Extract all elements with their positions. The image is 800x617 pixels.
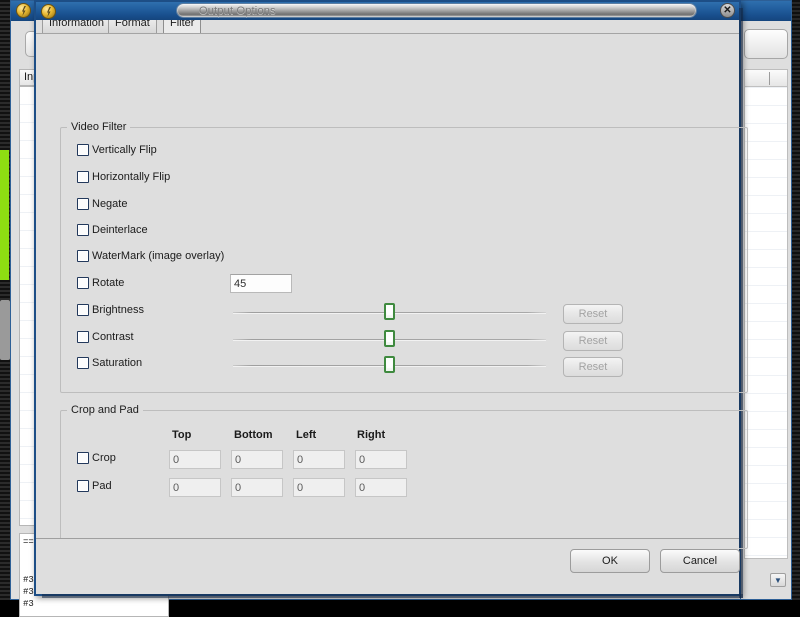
checkbox-label: Pad: [92, 480, 112, 492]
checkbox-saturation[interactable]: Saturation: [77, 357, 142, 369]
dialog-close-button[interactable]: ✕: [720, 3, 735, 18]
checkbox-label: WaterMark (image overlay): [92, 250, 224, 262]
checkbox-label: Rotate: [92, 277, 124, 289]
dialog-app-icon: [41, 4, 56, 19]
dialog-tab-strip[interactable]: Information Format Filter: [36, 20, 739, 34]
column-header-bottom: Bottom: [234, 429, 273, 441]
checkbox-icon[interactable]: [77, 357, 89, 369]
desktop-accent-strip: [0, 150, 9, 280]
saturation-slider[interactable]: [233, 354, 546, 372]
checkbox-label: Saturation: [92, 357, 142, 369]
brightness-slider[interactable]: [233, 301, 546, 319]
secondary-window-titlebar[interactable]: [741, 1, 791, 21]
checkbox-icon[interactable]: [77, 304, 89, 316]
video-filter-group: Video Filter Vertically Flip Horizontall…: [60, 127, 748, 393]
checkbox-label: Negate: [92, 198, 127, 210]
close-icon: ✕: [721, 4, 734, 17]
dialog-title: Output Options: [199, 5, 276, 17]
pad-left-input[interactable]: 0: [293, 478, 345, 497]
checkbox-negate[interactable]: Negate: [77, 198, 127, 210]
contrast-slider[interactable]: [233, 328, 546, 346]
checkbox-vertically-flip[interactable]: Vertically Flip: [77, 144, 157, 156]
tab-format[interactable]: Format: [108, 20, 157, 34]
checkbox-contrast[interactable]: Contrast: [77, 331, 134, 343]
checkbox-label: Vertically Flip: [92, 144, 157, 156]
slider-handle[interactable]: [384, 330, 395, 347]
dialog-shadow-bottom: [42, 594, 743, 598]
checkbox-icon[interactable]: [77, 250, 89, 262]
column-header-top: Top: [172, 429, 191, 441]
checkbox-label: Crop: [92, 452, 116, 464]
output-options-dialog[interactable]: Output Options ✕ Information Format Filt…: [34, 0, 741, 596]
cancel-button[interactable]: Cancel: [660, 549, 740, 573]
checkbox-label: Deinterlace: [92, 224, 148, 236]
crop-top-input[interactable]: 0: [169, 450, 221, 469]
crop-bottom-input[interactable]: 0: [231, 450, 283, 469]
checkbox-icon[interactable]: [77, 331, 89, 343]
crop-right-input[interactable]: 0: [355, 450, 407, 469]
checkbox-pad[interactable]: Pad: [77, 480, 112, 492]
desktop-texture-right: [792, 0, 800, 600]
dialog-button-bar: OK Cancel: [36, 538, 739, 594]
desktop-gray-shape: [0, 300, 10, 360]
pad-bottom-input[interactable]: 0: [231, 478, 283, 497]
crop-and-pad-group: Crop and Pad Top Bottom Left Right Crop …: [60, 410, 748, 549]
dialog-title-capsule: Output Options: [176, 3, 697, 18]
video-filter-legend: Video Filter: [67, 121, 130, 133]
slider-handle[interactable]: [384, 303, 395, 320]
checkbox-icon[interactable]: [77, 224, 89, 236]
pad-right-input[interactable]: 0: [355, 478, 407, 497]
slider-handle[interactable]: [384, 356, 395, 373]
secondary-grid[interactable]: [744, 69, 788, 559]
filter-tab-panel: Video Filter Vertically Flip Horizontall…: [36, 34, 739, 538]
brightness-reset-button[interactable]: Reset: [563, 304, 623, 324]
dialog-window-controls[interactable]: ✕: [720, 3, 735, 18]
checkbox-label: Brightness: [92, 304, 144, 316]
checkbox-watermark[interactable]: WaterMark (image overlay): [77, 250, 224, 262]
tab-filter[interactable]: Filter: [163, 20, 201, 34]
dialog-titlebar[interactable]: Output Options ✕: [36, 2, 739, 20]
saturation-reset-button[interactable]: Reset: [563, 357, 623, 377]
checkbox-deinterlace[interactable]: Deinterlace: [77, 224, 148, 236]
checkbox-label: Contrast: [92, 331, 134, 343]
ok-button[interactable]: OK: [570, 549, 650, 573]
contrast-reset-button[interactable]: Reset: [563, 331, 623, 351]
crop-left-input[interactable]: 0: [293, 450, 345, 469]
secondary-window-body: ▼: [741, 21, 791, 599]
checkbox-icon[interactable]: [77, 480, 89, 492]
checkbox-brightness[interactable]: Brightness: [77, 304, 144, 316]
checkbox-icon[interactable]: [77, 198, 89, 210]
checkbox-label: Horizontally Flip: [92, 171, 170, 183]
column-header-right: Right: [357, 429, 385, 441]
crop-and-pad-legend: Crop and Pad: [67, 404, 143, 416]
checkbox-icon[interactable]: [77, 277, 89, 289]
checkbox-rotate[interactable]: Rotate: [77, 277, 124, 289]
checkbox-icon[interactable]: [77, 144, 89, 156]
checkbox-icon[interactable]: [77, 171, 89, 183]
rotate-value-input[interactable]: 45: [230, 274, 292, 293]
secondary-panel[interactable]: [744, 29, 788, 59]
app-icon: [16, 3, 31, 18]
pad-top-input[interactable]: 0: [169, 478, 221, 497]
checkbox-icon[interactable]: [77, 452, 89, 464]
spinner-down-icon[interactable]: ▼: [770, 573, 786, 587]
checkbox-crop[interactable]: Crop: [77, 452, 116, 464]
tab-information[interactable]: Information: [42, 20, 111, 34]
column-header-left: Left: [296, 429, 316, 441]
checkbox-horizontally-flip[interactable]: Horizontally Flip: [77, 171, 170, 183]
